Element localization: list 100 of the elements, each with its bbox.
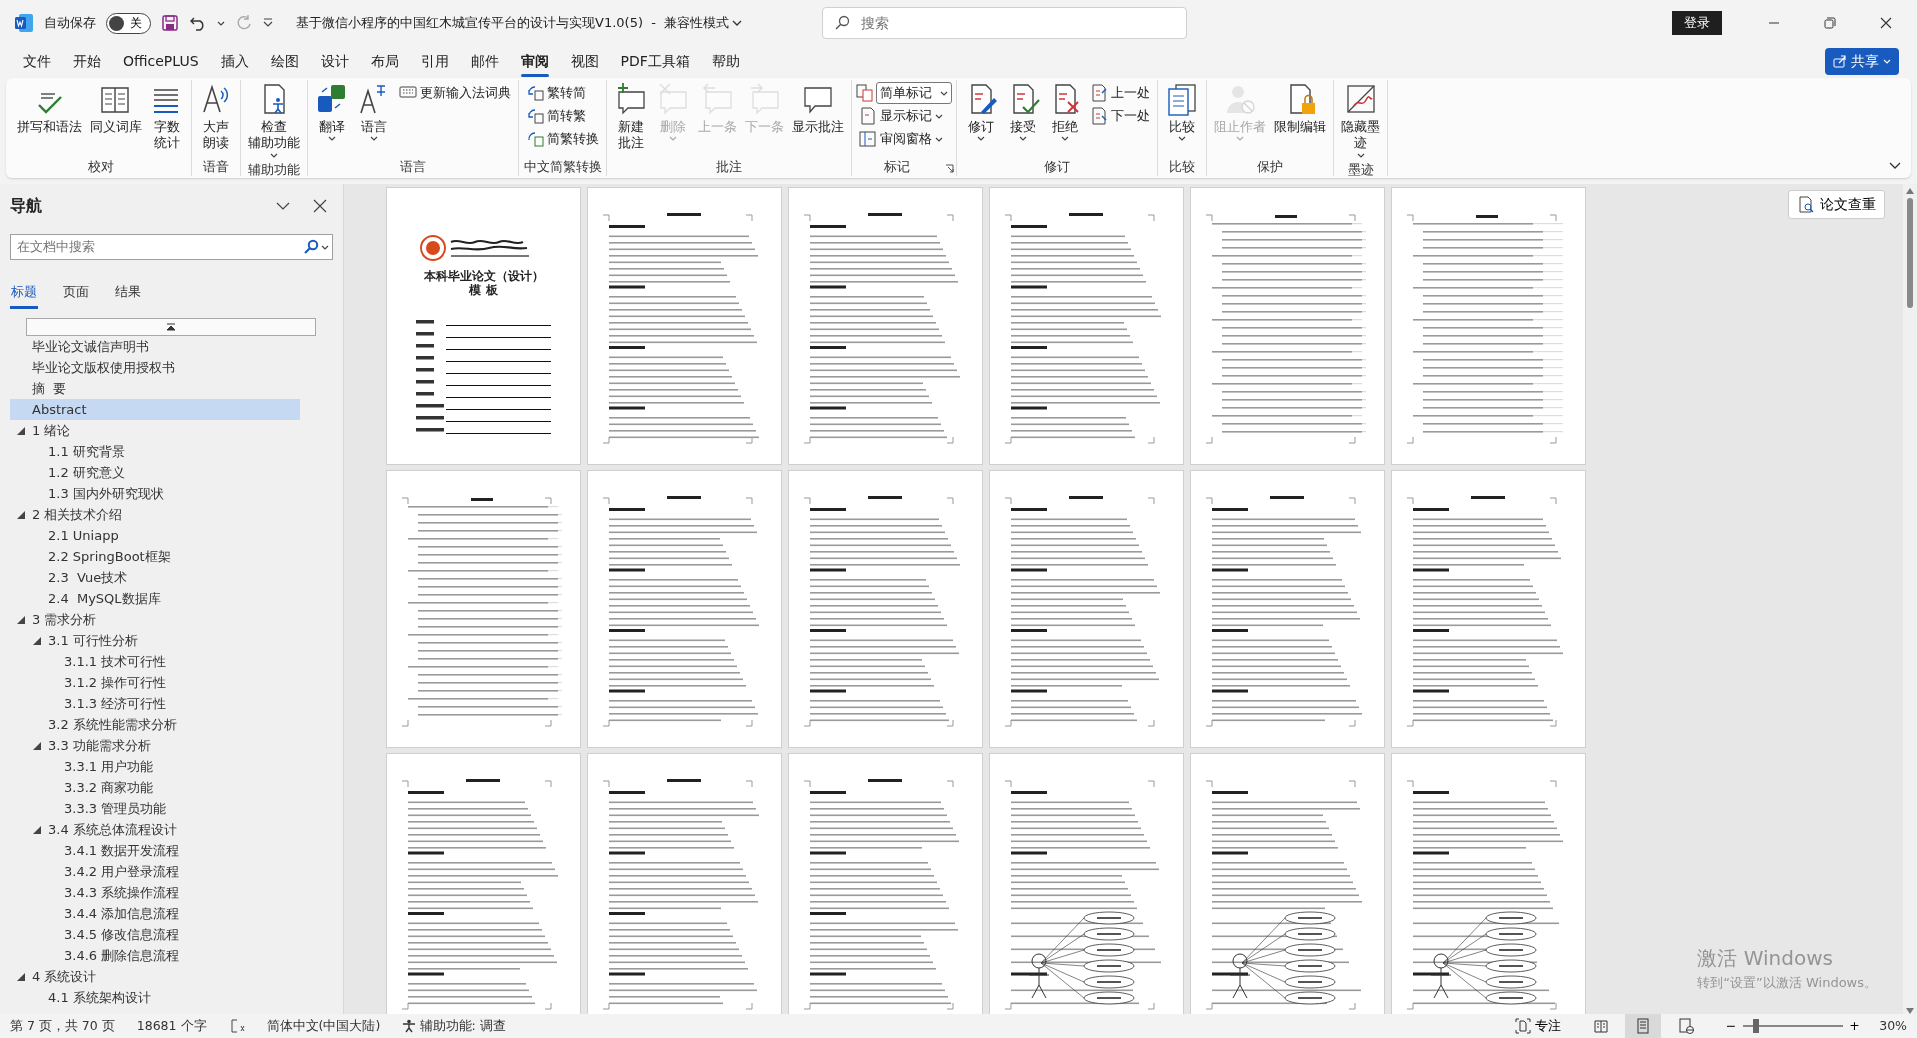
search-field[interactable]: 在文档中搜索: [10, 234, 333, 260]
expanded-triangle-icon[interactable]: [33, 741, 41, 750]
ribbon-button[interactable]: 上一处: [1087, 82, 1154, 104]
heading-item[interactable]: 3.1 可行性分析: [10, 630, 300, 651]
heading-item[interactable]: 4 系统设计: [10, 966, 300, 987]
ribbon-button[interactable]: 审阅窗格: [856, 128, 953, 150]
expanded-triangle-icon[interactable]: [17, 510, 25, 519]
menu-tab[interactable]: 设计: [309, 47, 360, 75]
ribbon-button[interactable]: 繁转简: [523, 82, 602, 104]
menu-tab[interactable]: 引用: [409, 47, 460, 75]
heading-item[interactable]: 3.3.2 商家功能: [10, 777, 300, 798]
ribbon-button[interactable]: 拒绝: [1045, 80, 1086, 145]
close-icon[interactable]: [1878, 15, 1894, 31]
ribbon-button[interactable]: 拼写和语法: [14, 80, 85, 138]
collapse-ribbon-icon[interactable]: [1889, 162, 1901, 170]
scrollbar-thumb[interactable]: [1907, 198, 1913, 308]
heading-item[interactable]: 1.2 研究意义: [10, 462, 300, 483]
menu-tab[interactable]: 帮助: [700, 47, 751, 75]
heading-item[interactable]: 3.1.3 经济可行性: [10, 693, 300, 714]
pane-tab[interactable]: 页面: [62, 278, 90, 309]
share-button[interactable]: 共享: [1824, 47, 1899, 75]
menu-tab[interactable]: 邮件: [459, 47, 510, 75]
ribbon-button[interactable]: 显示批注: [789, 80, 847, 138]
save-icon[interactable]: [161, 14, 179, 32]
heading-item[interactable]: 1.3 国内外研究现状: [10, 483, 300, 504]
zoom-slider-thumb[interactable]: [1752, 1019, 1759, 1033]
heading-item[interactable]: 3.1.2 操作可行性: [10, 672, 300, 693]
heading-item[interactable]: 3.3.3 管理员功能: [10, 798, 300, 819]
ribbon-button[interactable]: 语言: [354, 80, 394, 145]
heading-item[interactable]: 2.4 MySQL数据库: [10, 588, 300, 609]
heading-item[interactable]: 1.1 研究背景: [10, 441, 300, 462]
heading-item[interactable]: 3.4.1 数据开发流程: [10, 840, 300, 861]
ribbon-button[interactable]: 下一处: [1087, 105, 1154, 127]
proofing-icon[interactable]: [228, 1018, 245, 1034]
heading-item[interactable]: 摘 要: [10, 378, 300, 399]
customize-icon[interactable]: [263, 18, 273, 28]
restore-icon[interactable]: [1822, 15, 1838, 31]
heading-item[interactable]: 3 需求分析: [10, 609, 300, 630]
heading-item[interactable]: 毕业论文版权使用授权书: [10, 357, 300, 378]
pane-tab[interactable]: 结果: [114, 278, 142, 309]
heading-item[interactable]: 毕业论文诚信声明书: [10, 336, 300, 357]
login-button[interactable]: 登录: [1671, 11, 1722, 35]
menu-tab[interactable]: 审阅: [509, 47, 560, 75]
menu-tab[interactable]: 文件: [12, 47, 62, 75]
close-icon[interactable]: [313, 199, 327, 213]
ribbon-button[interactable]: 检查 辅助功能: [245, 80, 303, 161]
menu-tab[interactable]: 绘图: [259, 47, 310, 75]
ribbon-button[interactable]: 翻译: [312, 80, 352, 145]
heading-item[interactable]: 2.3 Vue技术: [10, 567, 300, 588]
menu-tab[interactable]: 视图: [559, 47, 610, 75]
expanded-triangle-icon[interactable]: [33, 636, 41, 645]
check-button[interactable]: 论文查重: [1788, 190, 1885, 219]
zoom-percent[interactable]: 30%: [1879, 1016, 1907, 1036]
heading-item[interactable]: 2.1 Uniapp: [10, 525, 300, 546]
heading-item[interactable]: 2.2 SpringBoot框架: [10, 546, 300, 567]
menu-tab[interactable]: 开始: [62, 47, 112, 75]
heading-item[interactable]: 2 相关技术介绍: [10, 504, 300, 525]
heading-item[interactable]: 3.1.1 技术可行性: [10, 651, 300, 672]
heading-item[interactable]: 3.4.5 修改信息流程: [10, 924, 300, 945]
heading-item[interactable]: 3.4.6 删除信息流程: [10, 945, 300, 966]
heading-item[interactable]: Abstract: [10, 399, 300, 420]
heading-item[interactable]: 3.4 系统总体流程设计: [10, 819, 300, 840]
scroll-up-icon[interactable]: [1906, 188, 1914, 194]
accessibility-status[interactable]: 辅助功能: 调查: [402, 1016, 506, 1036]
heading-item[interactable]: 1 绪论: [10, 420, 300, 441]
ribbon-button[interactable]: 隐藏墨 迹: [1338, 80, 1384, 161]
menu-tab[interactable]: PDF工具箱: [609, 47, 701, 75]
heading-item[interactable]: 3.4.2 用户登录流程: [10, 861, 300, 882]
expanded-triangle-icon[interactable]: [33, 825, 41, 834]
focus-button[interactable]: 专注: [1515, 1016, 1561, 1036]
ribbon-button[interactable]: 更新输入法词典: [396, 82, 514, 104]
ribbon-button[interactable]: 接受: [1003, 80, 1044, 145]
view-button[interactable]: [1625, 1014, 1662, 1038]
dialog-launcher-icon[interactable]: [945, 164, 955, 173]
ribbon-button[interactable]: 显示标记: [856, 105, 953, 127]
menu-tab[interactable]: 插入: [209, 47, 260, 75]
search-icon[interactable]: [303, 239, 319, 255]
menu-tab[interactable]: OfficePLUS: [112, 47, 210, 75]
zoom-out-button[interactable]: −: [1725, 1016, 1737, 1036]
ribbon-button[interactable]: 修订: [961, 80, 1002, 145]
heading-item[interactable]: 3.3.1 用户功能: [10, 756, 300, 777]
menu-tab[interactable]: 布局: [359, 47, 410, 75]
language-status[interactable]: 简体中文(中国大陆): [266, 1016, 381, 1036]
ribbon-button[interactable]: 字数 统计: [147, 80, 187, 154]
heading-item[interactable]: 3.4.3 系统操作流程: [10, 882, 300, 903]
heading-item[interactable]: 3.4.4 添加信息流程: [10, 903, 300, 924]
document-title[interactable]: 基于微信小程序的中国红木城宣传平台的设计与实现V1.0(5) - 兼容性模式: [296, 13, 743, 33]
ribbon-button[interactable]: 大声 朗读: [196, 80, 236, 154]
markup-dropdown[interactable]: 简单标记: [876, 82, 953, 104]
ribbon-button[interactable]: 比较: [1162, 80, 1203, 145]
zoom-in-button[interactable]: +: [1849, 1016, 1860, 1036]
autosave-toggle[interactable]: 关: [106, 12, 151, 34]
document-page[interactable]: 本科毕业论文（设计） 模 板: [386, 187, 581, 465]
pane-tab[interactable]: 标题: [10, 278, 38, 309]
search-field[interactable]: 搜索: [822, 7, 1188, 39]
ribbon-button[interactable]: 新建 批注: [611, 80, 651, 154]
ribbon-button[interactable]: 同义词库: [87, 80, 145, 138]
ribbon-button[interactable]: 简转繁: [523, 105, 602, 127]
expanded-triangle-icon[interactable]: [17, 972, 25, 981]
heading-item[interactable]: 3.2 系统性能需求分析: [10, 714, 300, 735]
